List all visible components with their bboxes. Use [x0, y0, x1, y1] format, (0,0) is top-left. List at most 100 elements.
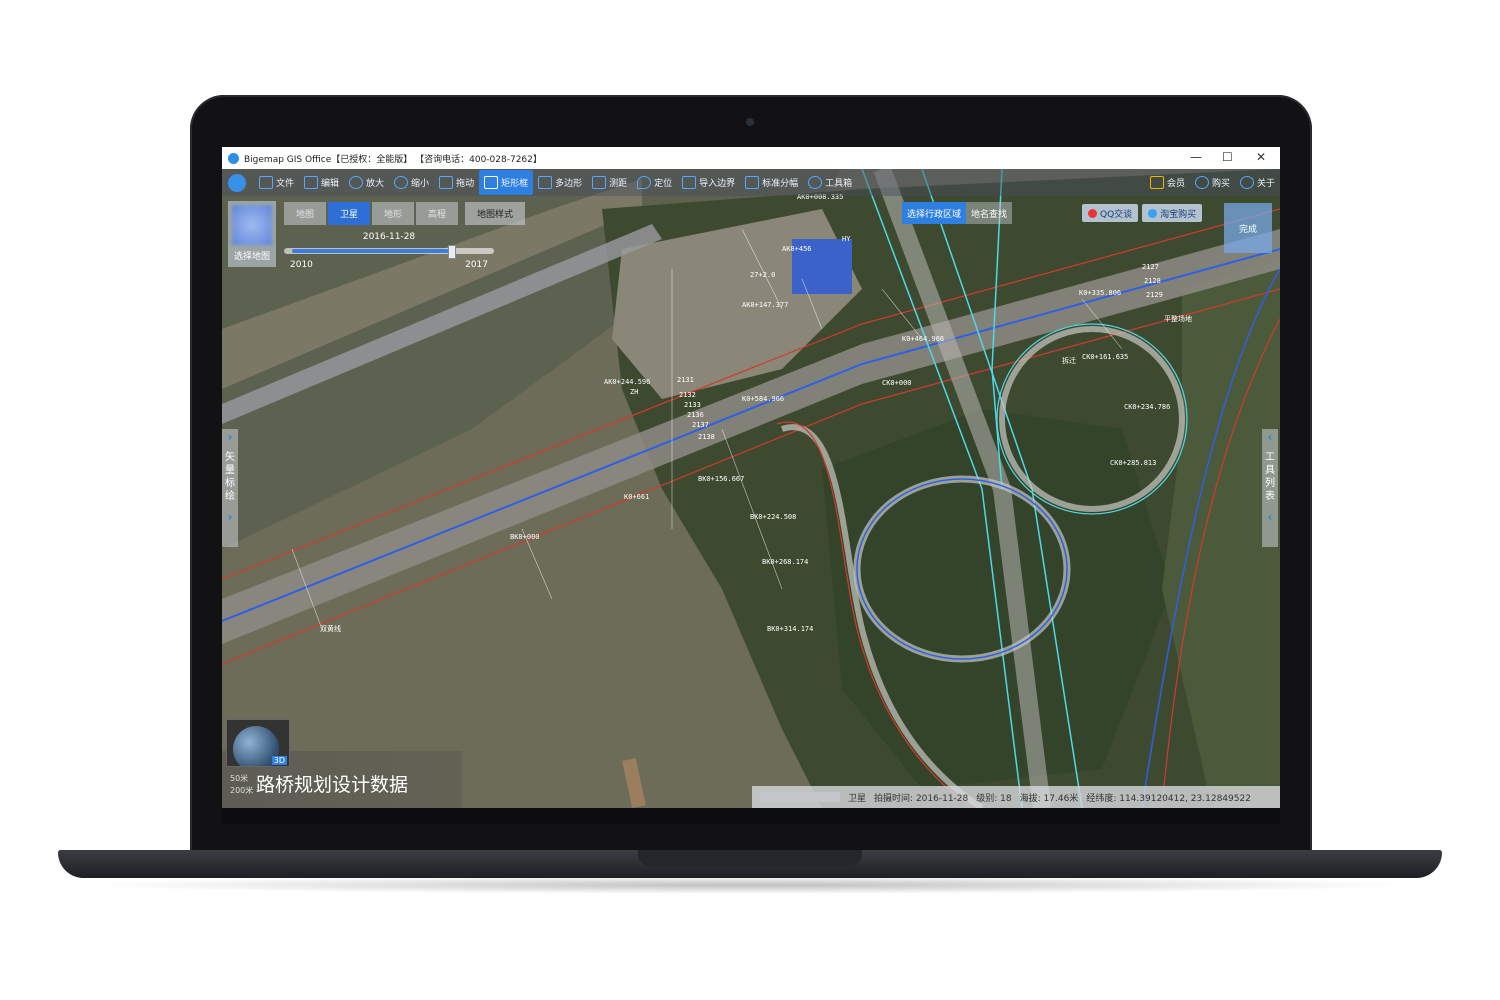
tab-place-search[interactable]: 地名查找: [966, 202, 1013, 224]
map-annotation: 2132: [679, 391, 696, 399]
grid-icon: [745, 176, 760, 189]
map-annotation: BK0+156.667: [698, 475, 744, 483]
status-bar: 卫星 拍摄时间: 2016-11-28 级别: 18 海拔: 17.46米 经纬…: [752, 786, 1280, 808]
chevron-right-icon[interactable]: ›: [228, 429, 233, 445]
measure-icon: [592, 176, 607, 189]
toolbar-zoom-out[interactable]: 缩小: [389, 170, 434, 195]
map-annotation: CK0+161.635: [1082, 353, 1128, 361]
pin-icon: [637, 176, 652, 189]
minimize-button[interactable]: —: [1190, 150, 1202, 164]
qq-chat-button[interactable]: QQ交谈: [1082, 204, 1139, 222]
left-panel-label: 矢量标绘: [225, 452, 235, 502]
app-menu-icon[interactable]: [228, 173, 246, 192]
info-icon: [1239, 176, 1254, 189]
gear-icon: [808, 176, 823, 189]
toolbar-import-boundary[interactable]: 导入边界: [677, 170, 740, 195]
right-panel-tool-list[interactable]: ‹ 工具列表 ‹: [1262, 429, 1278, 547]
map-annotation: BK0+268.174: [762, 558, 808, 566]
tab-elevation[interactable]: 高程: [416, 202, 458, 225]
toolbar-measure[interactable]: 测距: [587, 170, 632, 195]
maximize-button[interactable]: ☐: [1222, 150, 1233, 164]
status-elevation: 海拔: 17.46米: [1019, 793, 1079, 804]
map-annotation: AK0+244.596: [604, 378, 650, 386]
map-annotation: AK0+456: [782, 245, 812, 253]
folder-icon: [259, 176, 273, 189]
toolbar-vip[interactable]: 会员: [1145, 170, 1190, 195]
app-logo-icon: [228, 152, 239, 164]
timeline-handle[interactable]: [448, 245, 456, 259]
zoom-out-icon: [394, 176, 409, 189]
globe-3d-button[interactable]: 3D: [226, 719, 290, 767]
map-thumbnail: [232, 205, 272, 245]
map-annotation: K0+584.966: [742, 395, 784, 403]
finish-button[interactable]: 完成: [1224, 203, 1272, 253]
status-blurred: [760, 792, 840, 802]
window-title: Bigemap GIS Office【已授权：全能版】 【咨询电话：400-02…: [244, 154, 542, 165]
toolbar-pan[interactable]: 拖动: [434, 170, 479, 195]
map-annotation: 2127: [1142, 263, 1159, 271]
toolbar-about[interactable]: 关于: [1235, 170, 1280, 195]
tab-select-region[interactable]: 选择行政区域: [902, 202, 967, 224]
map-scale: 50米 200米: [230, 774, 254, 795]
toolbar-file[interactable]: 文件: [254, 170, 299, 195]
screen-bezel: [222, 808, 1280, 824]
3d-label: 3D: [271, 756, 287, 765]
status-map-type: 卫星: [848, 793, 867, 804]
qq-icon: [1088, 208, 1097, 218]
map-annotation: 拆迁: [1062, 356, 1076, 365]
chevron-left-icon[interactable]: ‹: [1268, 429, 1273, 445]
map-annotation: 双黄线: [320, 624, 341, 633]
map-selector-label: 选择地图: [233, 252, 270, 262]
tab-terrain[interactable]: 地形: [372, 202, 414, 225]
toolbar-right: 会员 购买 关于: [1145, 170, 1280, 195]
map-annotation: 2129: [1146, 291, 1163, 299]
timeline-slider[interactable]: [284, 245, 494, 259]
tab-satellite[interactable]: 卫星: [328, 202, 370, 225]
cart-icon: [1194, 176, 1209, 189]
contact-buttons: QQ交谈 淘宝购买: [1082, 204, 1203, 222]
map-type-tabs: 地图 卫星 地形 高程: [284, 202, 458, 225]
toolbar-standard-grid[interactable]: 标准分幅: [740, 170, 803, 195]
map-annotation: CK0+234.786: [1124, 403, 1170, 411]
map-annotation: BK0+224.508: [750, 513, 796, 521]
map-annotation: 平整场地: [1164, 314, 1192, 323]
tab-map[interactable]: 地图: [284, 202, 326, 225]
status-capture-time: 拍摄时间: 2016-11-28: [874, 793, 969, 804]
map-annotation: K0+335.806: [1079, 289, 1121, 297]
toolbar-polygon[interactable]: 多边形: [533, 170, 587, 195]
camera: [746, 118, 754, 126]
taobao-buy-button[interactable]: 淘宝购买: [1142, 204, 1203, 222]
toolbar-rectangle[interactable]: 矩形框: [479, 170, 534, 195]
import-icon: [682, 176, 697, 189]
map-annotation: BK0+314.174: [767, 625, 813, 633]
toolbar-buy[interactable]: 购买: [1190, 170, 1235, 195]
map-annotation: K0+661: [624, 493, 649, 501]
toolbar-toolbox[interactable]: 工具箱: [803, 170, 857, 195]
timeline-end-year: 2017: [465, 260, 488, 270]
edit-icon: [304, 176, 319, 189]
toolbar-locate[interactable]: 定位: [632, 170, 677, 195]
map-annotation: BK0+000: [510, 533, 540, 541]
hand-icon: [439, 176, 454, 189]
left-panel-vector-plot[interactable]: › 矢量标绘 ›: [222, 429, 238, 547]
rectangle-icon: [484, 176, 499, 189]
status-level: 级别: 18: [976, 793, 1012, 804]
toolbar-zoom-in[interactable]: 放大: [344, 170, 389, 195]
chevron-right-icon[interactable]: ›: [228, 509, 233, 525]
map-annotation: 2138: [698, 433, 715, 441]
taobao-icon: [1148, 208, 1158, 218]
map-annotation: 2128: [1144, 277, 1161, 285]
chevron-left-icon[interactable]: ‹: [1268, 509, 1273, 525]
map-annotation: AK0+147.377: [742, 301, 788, 309]
toolbar-edit[interactable]: 编辑: [299, 170, 344, 195]
map-style-button[interactable]: 地图样式: [465, 202, 525, 225]
zoom-in-icon: [349, 176, 364, 189]
title-bar: Bigemap GIS Office【已授权：全能版】 【咨询电话：400-02…: [222, 147, 1280, 169]
map-selector[interactable]: 选择地图: [228, 201, 276, 267]
right-panel-label: 工具列表: [1265, 452, 1275, 502]
map-annotation: CK0+285.813: [1110, 459, 1156, 467]
close-button[interactable]: ✕: [1256, 150, 1266, 164]
timeline-fill: [292, 249, 451, 253]
region-tabs: 选择行政区域 地名查找: [902, 202, 1013, 224]
map-annotation: 2131: [677, 376, 694, 384]
